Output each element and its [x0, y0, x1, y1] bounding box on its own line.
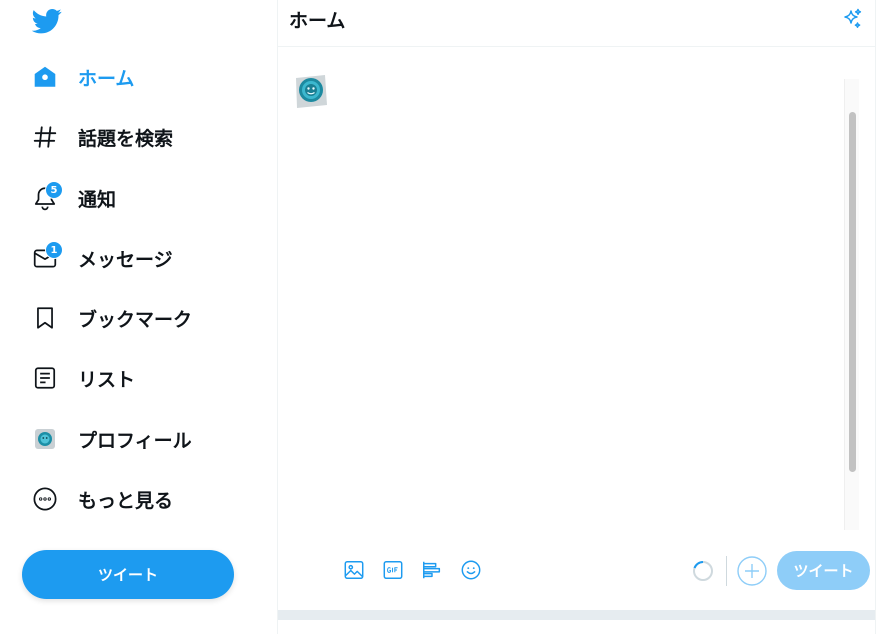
sidebar-item-notifications[interactable]: 5 通知 [30, 178, 116, 218]
sparkle-icon[interactable] [840, 7, 864, 31]
sidebar-item-label: メッセージ [78, 248, 173, 271]
feed-separator [278, 610, 875, 620]
main-header: ホーム [278, 0, 875, 47]
scrollbar-thumb[interactable] [849, 112, 856, 472]
sidebar-item-messages[interactable]: 1 メッセージ [30, 238, 173, 278]
sidebar-item-label: リスト [78, 368, 136, 391]
avatar-icon [30, 424, 60, 454]
poll-icon[interactable] [420, 558, 444, 582]
add-tweet-icon[interactable] [737, 556, 767, 586]
more-circle-icon [30, 484, 60, 514]
sidebar-item-lists[interactable]: リスト [30, 358, 135, 398]
toolbar-divider [726, 556, 727, 586]
bookmark-icon [30, 303, 60, 333]
sidebar-item-label: 話題を検索 [78, 127, 174, 150]
message-count-badge: 1 [45, 241, 63, 259]
home-icon [30, 62, 60, 92]
twitter-bird-icon[interactable] [31, 6, 62, 36]
envelope-icon: 1 [30, 241, 63, 273]
sidebar-item-label: もっと見る [78, 489, 174, 512]
sidebar-item-label: ブックマーク [78, 308, 193, 331]
tweet-compose-editor[interactable] [346, 79, 856, 529]
sidebar-item-explore[interactable]: 話題を検索 [30, 117, 173, 157]
compose-scrollbar[interactable] [844, 79, 859, 530]
compose-tweet-button[interactable]: ツイート [777, 551, 870, 590]
list-icon [30, 363, 60, 393]
sidebar-item-more[interactable]: もっと見る [30, 479, 173, 519]
sidebar-item-label: プロフィール [78, 429, 192, 452]
bell-icon: 5 [30, 181, 63, 213]
sidebar: ホーム 話題を検索 5 通知 1 メッセージ ブックマーク リスト プロフィール… [0, 0, 277, 634]
page-title: ホーム [289, 10, 346, 32]
image-icon[interactable] [342, 558, 366, 582]
gif-icon[interactable] [381, 558, 405, 582]
character-count-progress-icon [691, 559, 715, 583]
main-column: ホーム ツイート [277, 0, 876, 634]
sidebar-item-profile[interactable]: プロフィール [30, 419, 192, 459]
sidebar-tweet-button[interactable]: ツイート [22, 550, 234, 599]
sidebar-item-label: ホーム [78, 67, 135, 90]
notification-count-badge: 5 [45, 181, 63, 199]
hashtag-icon [30, 122, 60, 152]
avatar[interactable] [293, 73, 329, 109]
emoji-icon[interactable] [459, 558, 483, 582]
sidebar-item-home[interactable]: ホーム [30, 57, 134, 97]
sidebar-item-bookmarks[interactable]: ブックマーク [30, 298, 192, 338]
sidebar-item-label: 通知 [78, 188, 117, 211]
